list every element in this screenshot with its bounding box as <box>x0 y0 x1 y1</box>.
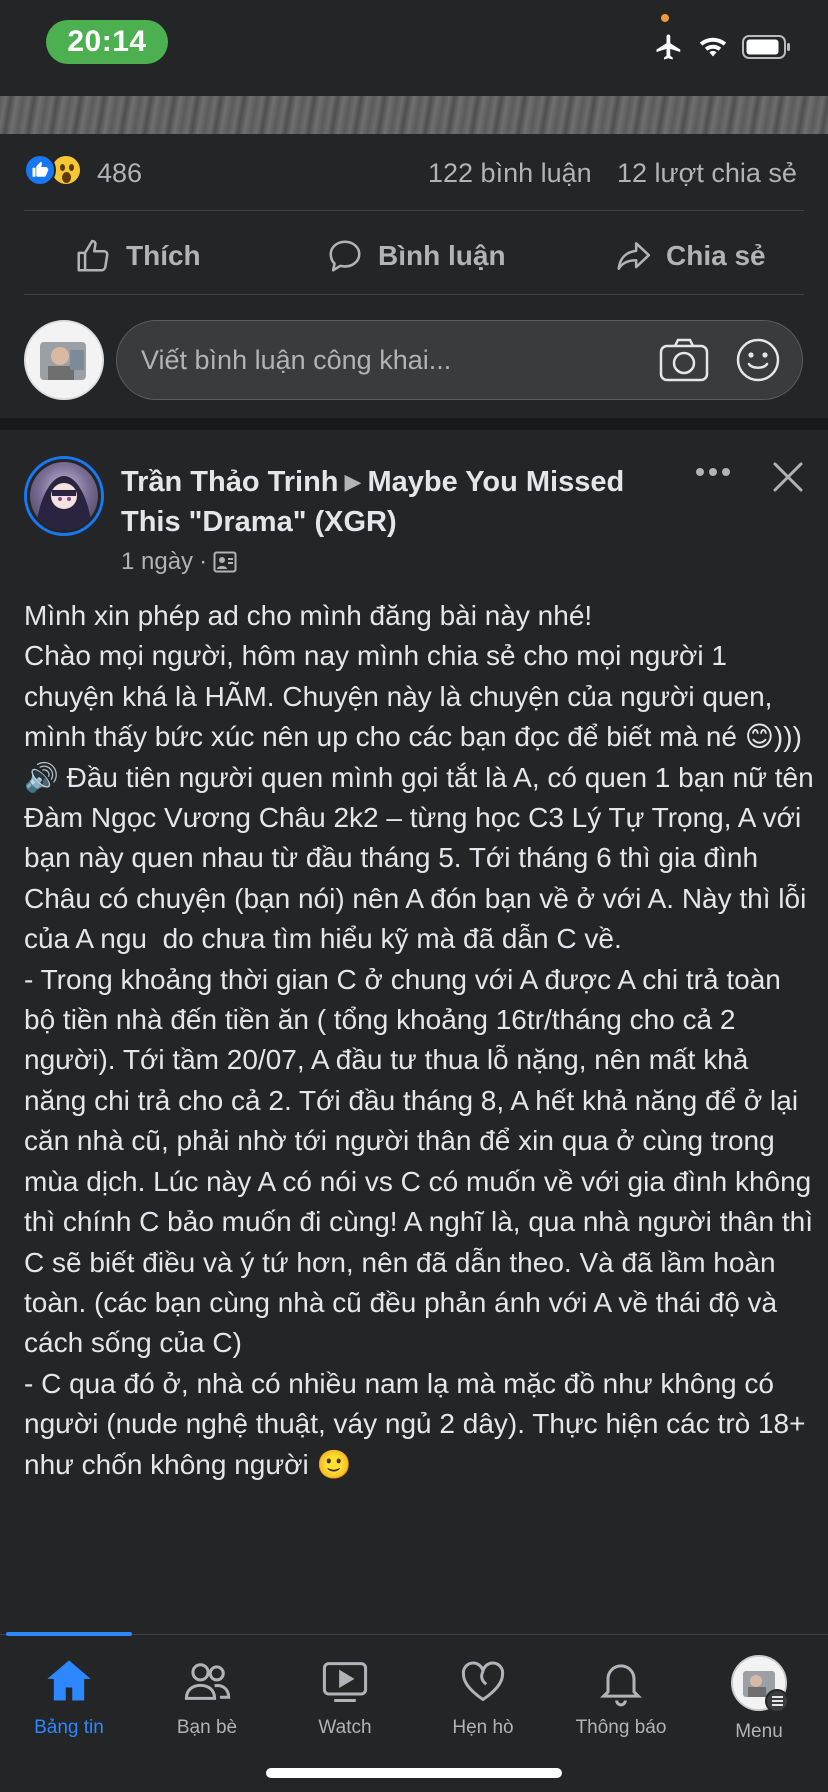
post-meta: 1 ngày · <box>121 548 237 576</box>
author-avatar[interactable] <box>24 456 104 536</box>
like-label: Thích <box>126 240 201 271</box>
nav-label: Watch <box>318 1717 372 1738</box>
post-text[interactable]: Mình xin phép ad cho mình đăng bài này n… <box>24 596 814 1485</box>
dot-icon <box>709 468 717 476</box>
nav-item-menu[interactable]: Menu <box>690 1655 828 1743</box>
home-icon <box>47 1660 91 1701</box>
like-reaction-icon <box>24 154 56 186</box>
thumbs-up-icon <box>77 239 109 272</box>
close-icon <box>773 462 803 492</box>
comment-input[interactable]: Viết bình luận công khai... <box>116 320 803 400</box>
status-icons <box>654 32 792 62</box>
user-avatar[interactable] <box>24 320 104 400</box>
arrow-right-icon: ▶ <box>344 469 362 494</box>
status-bar: 20:14 <box>0 0 828 96</box>
nav-label: Menu <box>735 1721 783 1742</box>
menu-icon <box>765 1689 789 1713</box>
emoji-button[interactable] <box>735 337 781 388</box>
reaction-count[interactable]: 486 <box>97 158 142 189</box>
status-time[interactable]: 20:14 <box>46 20 168 64</box>
share-count[interactable]: 12 lượt chia sẻ <box>617 158 797 189</box>
nav-label: Bạn bè <box>176 1717 238 1738</box>
dot-icon <box>722 468 730 476</box>
airplane-icon <box>656 34 681 60</box>
nav-item-dating[interactable]: Hẹn hò <box>414 1655 552 1739</box>
bell-icon <box>600 1664 642 1707</box>
post-time[interactable]: 1 ngày <box>121 548 193 576</box>
separator-dot: · <box>199 548 208 575</box>
nav-label: Thông báo <box>575 1717 667 1738</box>
dot-icon <box>696 468 704 476</box>
share-icon <box>617 242 651 270</box>
comment-composer: Viết bình luận công khai... <box>0 318 828 404</box>
privacy-indicator <box>661 14 669 22</box>
nav-label: Hẹn hò <box>452 1717 514 1738</box>
group-audience-icon <box>213 551 237 573</box>
post-image-bottom[interactable] <box>0 96 828 134</box>
heart-icon <box>461 1661 505 1702</box>
camera-button[interactable] <box>659 337 709 388</box>
nav-label: Bảng tin <box>34 1717 104 1738</box>
reaction-icons[interactable] <box>24 154 82 186</box>
smiley-icon <box>736 338 780 382</box>
watch-icon <box>322 1662 368 1703</box>
battery-icon <box>742 35 790 59</box>
wifi-icon <box>699 37 727 57</box>
home-indicator[interactable] <box>266 1768 562 1778</box>
nav-item-watch[interactable]: Watch <box>276 1655 414 1739</box>
share-label: Chia sẻ <box>666 240 766 271</box>
friends-icon <box>184 1663 231 1700</box>
share-button[interactable]: Chia sẻ <box>614 226 766 286</box>
comment-count[interactable]: 122 bình luận <box>428 158 592 189</box>
post-action-bar: Thích Bình luận Chia sẻ <box>0 226 828 286</box>
nav-item-news-feed[interactable]: Bảng tin <box>0 1655 138 1739</box>
divider <box>24 294 804 295</box>
camera-icon <box>659 338 709 382</box>
divider <box>24 210 804 211</box>
comment-icon <box>329 240 361 272</box>
reactions-summary: 486 122 bình luận 12 lượt chia sẻ <box>0 148 828 198</box>
comment-button[interactable]: Bình luận <box>326 226 506 286</box>
like-button[interactable]: Thích <box>74 226 201 286</box>
active-tab-indicator <box>6 1632 132 1636</box>
hide-post-button[interactable] <box>770 459 806 500</box>
more-options-button[interactable] <box>696 468 730 476</box>
nav-item-friends[interactable]: Bạn bè <box>138 1655 276 1739</box>
menu-avatar <box>731 1655 789 1713</box>
comment-placeholder: Viết bình luận công khai... <box>141 345 452 375</box>
feed-separator <box>0 418 828 430</box>
post-author-line: Trần Thảo Trinh ▶ Maybe You Missed This "D… <box>121 462 681 542</box>
author-name[interactable]: Trần Thảo Trinh <box>121 466 339 498</box>
comment-label: Bình luận <box>378 240 506 271</box>
nav-item-notifications[interactable]: Thông báo <box>552 1655 690 1739</box>
